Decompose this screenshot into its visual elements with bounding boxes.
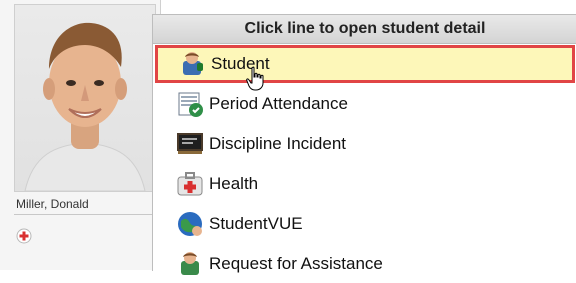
assistance-icon	[181, 252, 199, 275]
hand-cursor-icon	[246, 66, 264, 91]
health-icon	[177, 172, 203, 196]
student-icon	[183, 52, 203, 75]
studentvue-icon	[178, 212, 202, 236]
menu-item-health[interactable]: Health	[153, 165, 571, 203]
student-photo-image	[24, 22, 146, 191]
student-detail-menu: Click line to open student detail Studen…	[152, 14, 576, 275]
menu-item-student[interactable]: Student	[155, 45, 575, 83]
menu-item-period-attendance[interactable]: Period Attendance	[153, 85, 571, 123]
student-panel: Miller, Donald	[0, 0, 161, 270]
menu-item-label: Period Attendance	[209, 94, 348, 113]
menu-item-label: StudentVUE	[209, 214, 303, 233]
divider	[14, 214, 154, 215]
discipline-icon	[177, 133, 203, 154]
red-plus-icon[interactable]	[16, 228, 32, 244]
menu-item-label: Discipline Incident	[209, 134, 347, 153]
attendance-icon	[178, 92, 203, 117]
student-photo[interactable]	[14, 4, 156, 192]
student-name: Miller, Donald	[16, 197, 89, 211]
menu-item-label: Health	[209, 174, 259, 193]
menu-item-label: Request for Assistance	[209, 254, 383, 273]
menu-item-discipline-incident[interactable]: Discipline Incident	[153, 125, 571, 163]
menu-item-studentvue[interactable]: StudentVUE	[153, 205, 571, 243]
menu-item-request-for-assistance[interactable]: Request for Assistance	[153, 245, 571, 283]
menu-header: Click line to open student detail	[153, 15, 576, 44]
